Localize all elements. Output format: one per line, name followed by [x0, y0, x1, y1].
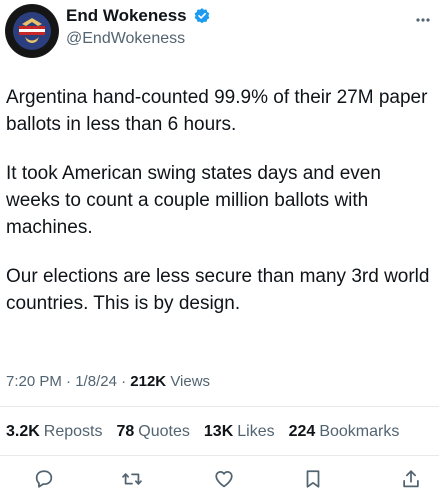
tweet-text: Argentina hand-counted 99.9% of their 27… [6, 84, 434, 339]
divider [0, 406, 439, 407]
engagement-stats: 3.2K Reposts 78 Quotes 13K Likes 224 Bookmar… [6, 422, 399, 442]
like-button[interactable] [211, 466, 237, 492]
verified-badge-icon [193, 7, 211, 25]
bookmarks-stat[interactable]: 224 Bookmarks [289, 422, 400, 442]
repost-button[interactable] [119, 466, 145, 492]
reply-bubble-icon [35, 470, 53, 488]
more-options-icon[interactable] [415, 10, 431, 22]
tweet-date[interactable]: 1/8/24 [75, 373, 117, 390]
bookmarks-count: 224 [288, 423, 316, 440]
bookmark-icon [306, 470, 320, 488]
quotes-count: 78 [116, 423, 135, 440]
meta-separator: · [121, 373, 127, 390]
avatar[interactable] [5, 4, 59, 58]
tweet-paragraph: Our elections are less secure than many … [6, 266, 430, 314]
tweet-meta: 7:20 PM · 1/8/24 · 212K Views [6, 372, 210, 392]
reposts-stat[interactable]: 3.2K Reposts [6, 422, 103, 442]
views-count: 212K [130, 373, 167, 390]
tweet-time[interactable]: 7:20 PM [6, 373, 62, 390]
eagle-flag-logo-icon [6, 5, 58, 57]
reposts-label: Reposts [43, 423, 103, 440]
author-name[interactable]: End Wokeness [66, 5, 187, 27]
bookmark-button[interactable] [300, 466, 326, 492]
share-upload-icon [403, 470, 419, 488]
bookmarks-label: Bookmarks [319, 423, 400, 440]
reposts-count: 3.2K [6, 423, 40, 440]
author-name-row[interactable]: End Wokeness [66, 5, 211, 27]
reply-button[interactable] [31, 466, 57, 492]
tweet-paragraph: It took American swing states days and e… [6, 163, 381, 238]
likes-stat[interactable]: 13K Likes [204, 422, 275, 442]
meta-separator: · [66, 373, 72, 390]
repost-arrows-icon [122, 473, 142, 485]
action-bar [0, 466, 439, 492]
tweet-paragraph: Argentina hand-counted 99.9% of their 27… [6, 87, 428, 135]
heart-icon [215, 470, 233, 488]
likes-count: 13K [203, 423, 234, 440]
author-handle[interactable]: @EndWokeness [66, 29, 185, 49]
quotes-stat[interactable]: 78 Quotes [117, 422, 190, 442]
likes-label: Likes [237, 423, 275, 440]
divider [0, 455, 439, 456]
views-label: Views [170, 373, 211, 390]
quotes-label: Quotes [138, 423, 190, 440]
share-button[interactable] [398, 466, 424, 492]
